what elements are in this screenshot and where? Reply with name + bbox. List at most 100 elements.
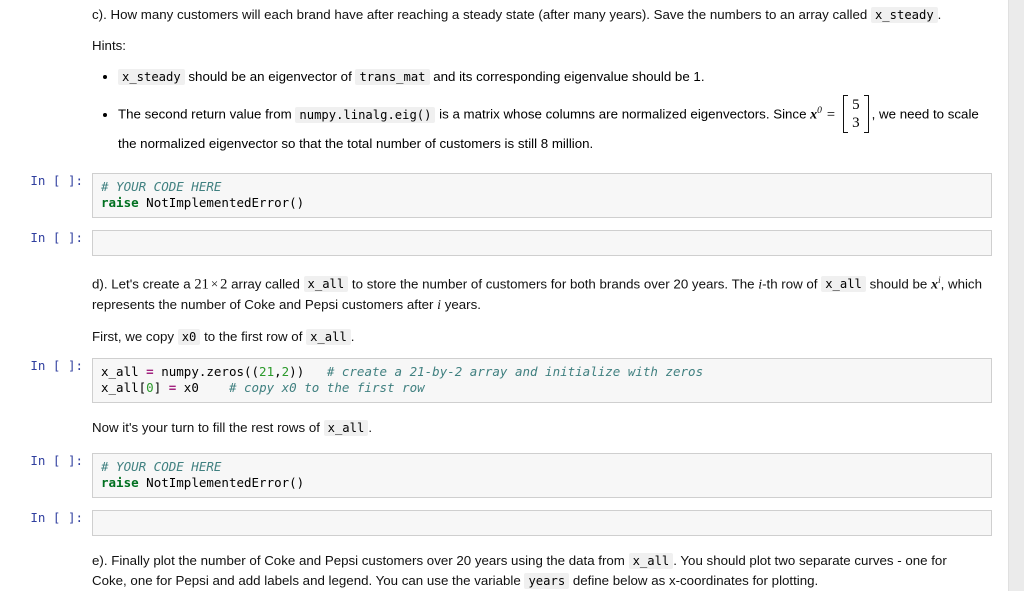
code-editor-2[interactable] (92, 230, 992, 256)
notebook-page: c). How many customers will each brand h… (0, 0, 1008, 591)
hint-item-2: The second return value from numpy.linal… (118, 95, 984, 154)
inline-code-x-all-2: x_all (821, 276, 866, 293)
code-token-op: = (146, 364, 154, 380)
question-e-text-c: define below as x-coordinates for plotti… (569, 573, 819, 589)
first-copy-text-c: . (350, 329, 355, 345)
code-token-plain: NotImplementedError() (138, 195, 305, 210)
notebook-container: c). How many customers will each brand h… (0, 0, 1008, 591)
markdown-body-question-e: e). Finally plot the number of Coke and … (92, 551, 992, 591)
inline-code-x-steady: x_steady (870, 7, 938, 23)
hints-label: Hints: (92, 38, 126, 53)
question-d-text-d: -th row of (762, 276, 822, 292)
cell-prompt-in-5: In [ ]: (30, 510, 83, 526)
markdown-cell-fill-rest[interactable]: Now it's your turn to fill the rest rows… (0, 413, 1008, 443)
question-c-text-pre: c). How many customers will each brand h… (92, 7, 871, 22)
markdown-body-question-d: d). Let's create a 21 × 2 array called x_a… (92, 271, 992, 347)
code-token-plain: numpy.zeros(( (153, 364, 260, 380)
paragraph-first-copy: First, we copy x0 to the first row of x_… (92, 327, 984, 347)
code-editor-1[interactable]: # YOUR CODE HERE raise NotImplementedErro… (92, 173, 992, 218)
hints-list: x_steady should be an eigenvector of tra… (92, 67, 984, 154)
markdown-cell-question-d[interactable]: d). Let's create a 21 × 2 array called x_a… (0, 266, 1008, 352)
code-token-plain: NotImplementedError() (138, 475, 305, 491)
paragraph-question-e: e). Finally plot the number of Coke and … (92, 551, 984, 591)
code-cell-x-all-init[interactable]: In [ ]: x_all = numpy.zeros((21,2)) # cr… (0, 356, 1008, 405)
hint-2-text-d: the normalized eigenvector so that the t… (118, 136, 594, 151)
code-token-comment: # create a 21-by-2 array and initialize … (326, 364, 704, 380)
page-right-gutter (1008, 0, 1024, 591)
code-token-plain: ] (153, 380, 169, 396)
code-line: # YOUR CODE HERE (101, 179, 983, 195)
code-line: # YOUR CODE HERE (101, 459, 983, 475)
code-editor-4[interactable]: # YOUR CODE HERE raise NotImplementedErro… (92, 453, 992, 499)
hint-1-text-b: and its corresponding eigenvalue should … (429, 69, 705, 84)
code-token-plain: x_all[ (101, 380, 147, 396)
question-d-text-c: to store the number of customers for bot… (348, 276, 759, 292)
code-line: x_all[0] = x0 # copy x0 to the first row (101, 380, 983, 396)
code-editor-3[interactable]: x_all = numpy.zeros((21,2)) # create a 2… (92, 358, 992, 404)
code-editor-5[interactable] (92, 510, 992, 537)
inline-code-x-all-1: x_all (303, 276, 349, 293)
math-x-bold: x (930, 277, 938, 293)
paragraph-fill-rest: Now it's your turn to fill the rest rows… (92, 418, 984, 438)
code-token-num: 21 (259, 364, 275, 380)
inline-code-x-all-5: x_all (628, 553, 674, 570)
question-d-text-e: should be (865, 276, 931, 292)
vector-value-bottom: 3 (852, 115, 860, 131)
code-cell-your-code-2[interactable]: In [ ]: # YOUR CODE HERE raise NotImpleme… (0, 451, 1008, 500)
code-cell-your-code-1[interactable]: In [ ]: # YOUR CODE HERE raise NotImpleme… (0, 171, 1008, 220)
hint-2-text-a: The second return value from (118, 106, 296, 122)
code-token-comment: # copy x0 to the first row (228, 380, 425, 396)
code-token-comment: # YOUR CODE HERE (101, 459, 222, 475)
markdown-cell-question-c[interactable]: c). How many customers will each brand h… (0, 0, 1008, 163)
hint-item-1: x_steady should be an eigenvector of tra… (118, 67, 984, 87)
question-d-text-a: d). Let's create a (92, 276, 195, 292)
question-d-text-b: array called (227, 276, 304, 292)
vector-right-bracket (863, 95, 869, 133)
code-token-plain: x0 (176, 380, 229, 396)
inline-code-x-steady-hint: x_steady (118, 69, 185, 85)
fill-rest-text-b: . (368, 420, 373, 436)
cell-prompt-in-3: In [ ]: (30, 358, 83, 374)
code-token-num: 0 (146, 380, 154, 396)
code-cell-empty-2[interactable]: In [ ]: (0, 508, 1008, 538)
inline-code-x-all-4: x_all (323, 420, 369, 437)
inline-code-numpy-linalg-eig: numpy.linalg.eig() (295, 106, 436, 123)
code-line: x_all = numpy.zeros((21,2)) # create a 2… (101, 364, 983, 380)
inline-code-x-all-3: x_all (306, 329, 351, 346)
inline-code-years: years (524, 573, 570, 590)
code-token-plain: , (274, 364, 282, 380)
hint-2-text-c: , we need to scale (871, 106, 979, 122)
inline-code-trans-mat: trans_mat (355, 69, 430, 85)
code-token-keyword: raise (101, 195, 139, 210)
fill-rest-text-a: Now it's your turn to fill the rest rows… (92, 420, 324, 436)
question-e-text-a: e). Finally plot the number of Coke and … (92, 553, 629, 569)
vector-value-top: 5 (852, 97, 860, 113)
code-cell-empty-1[interactable]: In [ ]: (0, 228, 1008, 258)
markdown-cell-question-e[interactable]: e). Finally plot the number of Coke and … (0, 546, 1008, 591)
code-token-keyword: raise (101, 475, 139, 491)
code-token-plain: )) (289, 364, 327, 380)
vector-values: 53 (848, 96, 864, 132)
first-copy-text-a: First, we copy (92, 329, 178, 345)
cell-prompt-in-4: In [ ]: (30, 453, 83, 469)
code-line: raise NotImplementedError() (101, 195, 983, 211)
cell-prompt-in-2: In [ ]: (30, 230, 83, 245)
paragraph-question-c: c). How many customers will each brand h… (92, 5, 984, 25)
question-c-text-post: . (937, 7, 942, 22)
math-equals-sign: = (826, 106, 836, 123)
code-token-comment: # YOUR CODE HERE (101, 179, 222, 194)
paragraph-question-d: d). Let's create a 21 × 2 array called x_a… (92, 271, 984, 316)
math-dim-21: 21 (194, 276, 209, 293)
math-times-symbol: × (210, 276, 219, 292)
math-column-vector: 53 (843, 95, 869, 133)
cell-prompt-in-1: In [ ]: (30, 173, 83, 188)
question-d-text-g: years. (441, 297, 481, 313)
hint-1-text-a: should be an eigenvector of (184, 69, 356, 84)
